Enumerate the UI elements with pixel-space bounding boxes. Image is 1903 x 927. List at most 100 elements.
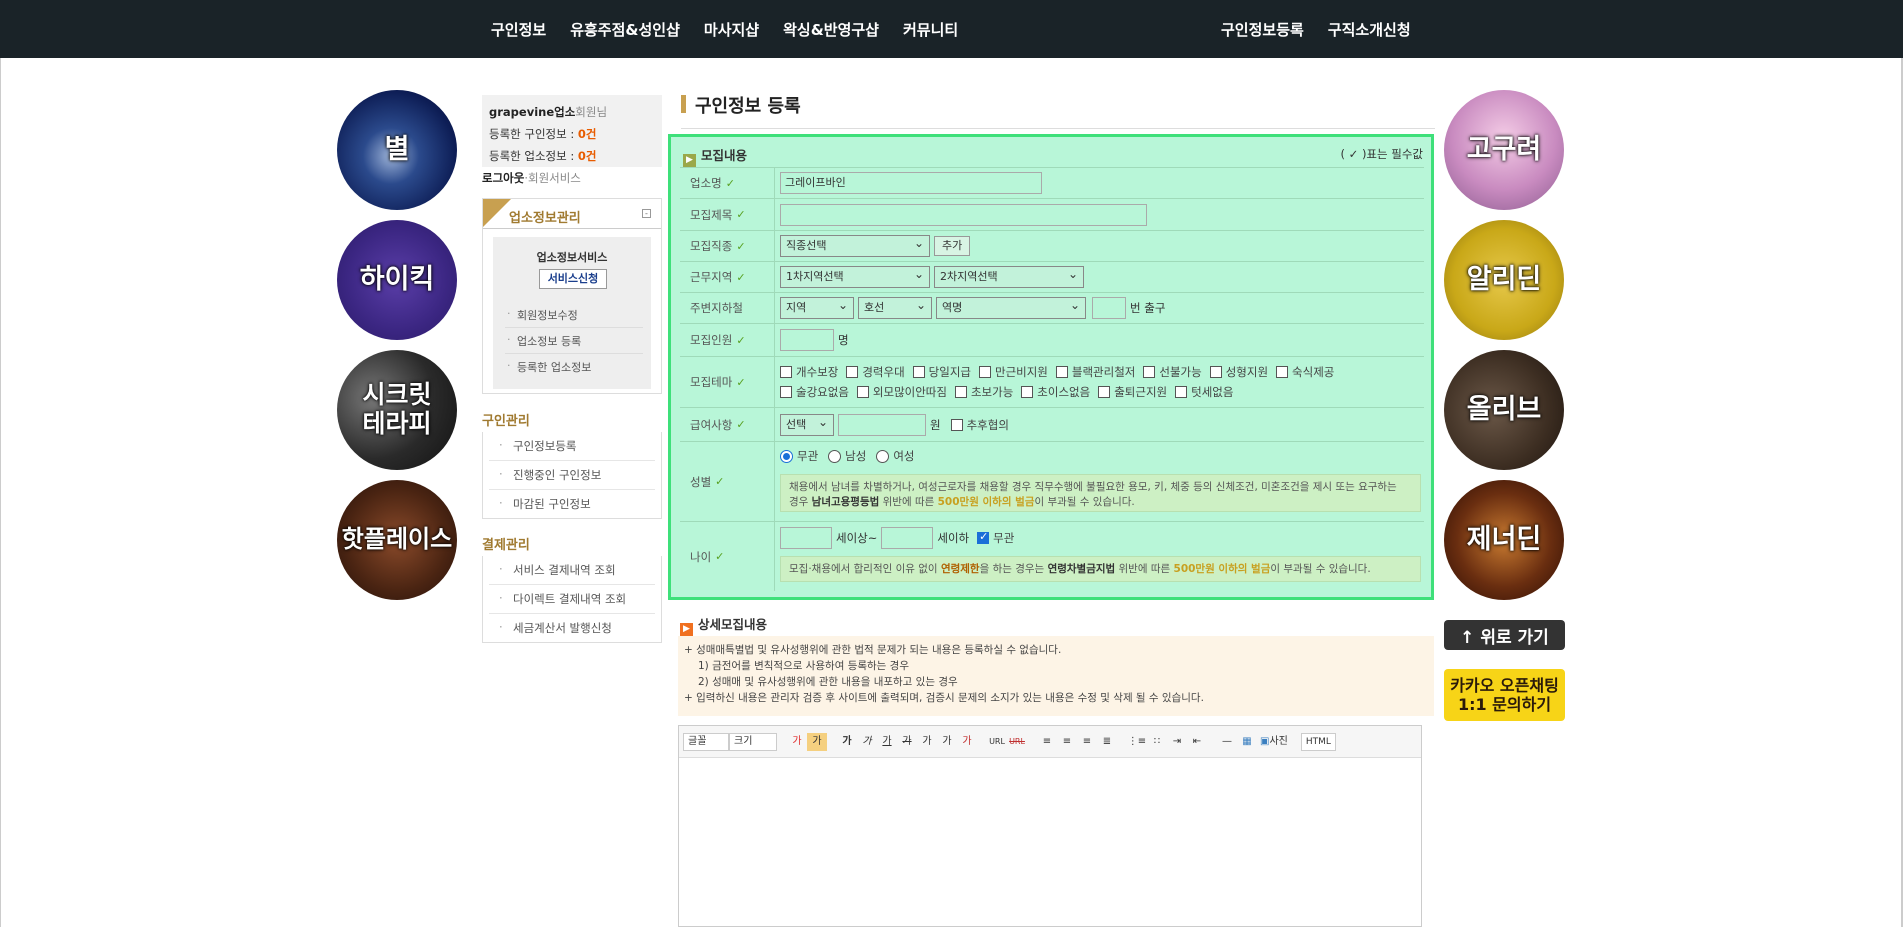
theme-checkbox[interactable]: 숙식제공 xyxy=(1276,364,1334,380)
arrow-icon: ▶ xyxy=(680,623,693,636)
font-color-icon[interactable]: 가 xyxy=(787,733,807,751)
nav-community[interactable]: 커뮤니티 xyxy=(903,19,958,40)
pay-type-select[interactable]: 선택 xyxy=(780,412,834,436)
nav-massage[interactable]: 마사지샵 xyxy=(704,19,759,40)
font-select[interactable]: 글꼴 xyxy=(683,732,729,751)
unordered-list-icon[interactable]: ∷ xyxy=(1147,733,1167,751)
strikethrough-icon[interactable]: 가 xyxy=(897,733,917,751)
org-panel-title[interactable]: 업소정보관리 xyxy=(509,207,581,226)
org-count[interactable]: 0건 xyxy=(578,149,597,163)
banner-hotplace[interactable]: 핫플레이스 xyxy=(337,480,457,600)
row-region: 근무지역✓ 1차지역선택 2차지역선택 xyxy=(680,261,1424,292)
nav-job-info[interactable]: 구인정보 xyxy=(491,19,546,40)
region2-select[interactable]: 2차지역선택 xyxy=(934,264,1084,288)
negotiable-checkbox[interactable]: 추후협의 xyxy=(950,417,1009,433)
theme-checkbox[interactable]: 성형지원 xyxy=(1209,364,1268,380)
theme-checkbox[interactable]: 개수보장 xyxy=(780,364,838,380)
gender-radio-female[interactable]: 여성 xyxy=(876,448,915,464)
align-right-icon[interactable]: ≡ xyxy=(1077,733,1097,751)
logout-link[interactable]: 로그아웃 xyxy=(482,171,524,185)
link-icon[interactable]: URL xyxy=(987,733,1007,751)
pay-amount-input[interactable] xyxy=(838,413,926,436)
photo-icon[interactable]: ▣사진 xyxy=(1257,733,1291,751)
warning-line: 1) 금전어를 변칙적으로 사용하여 등록하는 경우 xyxy=(698,660,910,672)
collapse-icon[interactable]: - xyxy=(642,209,651,218)
theme-checkbox[interactable]: 경력우대 xyxy=(846,364,905,380)
theme-checkbox[interactable]: 텃세없음 xyxy=(1175,384,1233,400)
theme-checkbox[interactable]: 초보가능 xyxy=(954,384,1013,400)
theme-checkbox[interactable]: 만근비지원 xyxy=(978,364,1048,380)
member-service-link[interactable]: ·회원서비스 xyxy=(524,171,581,185)
scroll-top-button[interactable]: ↑ 위로 가기 xyxy=(1444,620,1565,650)
subway-area-select[interactable]: 지역 xyxy=(780,295,854,319)
ordered-list-icon[interactable]: ⋮≡ xyxy=(1127,733,1147,751)
age-min-input[interactable] xyxy=(780,527,832,549)
job-count[interactable]: 0건 xyxy=(578,127,597,141)
clear-format-icon[interactable]: 가 xyxy=(957,733,977,751)
underline-icon[interactable]: 가 xyxy=(877,733,897,751)
bold-icon[interactable]: 가 xyxy=(837,733,857,751)
table-icon[interactable]: ▦ xyxy=(1237,733,1257,751)
gender-radio-any[interactable]: 무관 xyxy=(780,448,818,464)
subway-line-select[interactable]: 호선 xyxy=(858,295,932,319)
theme-checkbox[interactable]: 블랙관리철저 xyxy=(1055,364,1135,380)
region1-select[interactable]: 1차지역선택 xyxy=(780,264,930,288)
banner-byul[interactable]: 별 xyxy=(337,90,457,210)
side-link-job-active[interactable]: 진행중인 구인정보 xyxy=(489,461,655,490)
subway-station-select[interactable]: 역명 xyxy=(936,295,1086,319)
size-select[interactable]: 크기 xyxy=(729,732,777,751)
kakao-chat-button[interactable]: 카카오 오픈채팅 1:1 문의하기 xyxy=(1444,669,1565,721)
count-input[interactable] xyxy=(780,329,834,351)
align-left-icon[interactable]: ≡ xyxy=(1037,733,1057,751)
subscript-icon[interactable]: 가 xyxy=(937,733,957,751)
org-name-input[interactable]: 그레이프바인 xyxy=(780,172,1042,194)
nav-waxing[interactable]: 왁싱&반영구샵 xyxy=(783,19,879,40)
gender-radio-male[interactable]: 남성 xyxy=(828,448,866,464)
side-link-service-payments[interactable]: 서비스 결제내역 조회 xyxy=(489,556,655,585)
side-link-job-register[interactable]: 구인정보등록 xyxy=(489,432,655,461)
label-org-name: 업소명 xyxy=(690,176,722,190)
job-type-select[interactable]: 직종선택 xyxy=(780,233,930,257)
banner-goguryeo[interactable]: 고구려 xyxy=(1444,90,1564,210)
nav-register-job[interactable]: 구인정보등록 xyxy=(1221,19,1304,40)
theme-checkbox[interactable]: 외모많이안따짐 xyxy=(856,384,947,400)
age-max-input[interactable] xyxy=(881,527,934,549)
service-apply-button[interactable]: 서비스신청 xyxy=(539,269,607,289)
banner-secret-therapy[interactable]: 시크릿 테라피 xyxy=(337,350,457,470)
side-link-org-register[interactable]: 업소정보 등록 xyxy=(505,329,643,354)
outdent-icon[interactable]: ⇤ xyxy=(1187,733,1207,751)
align-justify-icon[interactable]: ≣ xyxy=(1097,733,1117,751)
age-any-checkbox[interactable]: 무관 xyxy=(977,530,1014,546)
theme-checkbox[interactable]: 선불가능 xyxy=(1143,364,1202,380)
horizontal-rule-icon[interactable]: — xyxy=(1217,733,1237,751)
row-label: 모집인원 ✓ xyxy=(680,324,775,356)
add-job-type-button[interactable]: 추가 xyxy=(934,236,971,256)
theme-checkbox[interactable]: 초이스없음 xyxy=(1021,384,1090,400)
banner-olive[interactable]: 올리브 xyxy=(1444,350,1564,470)
banner-alladin[interactable]: 알리딘 xyxy=(1444,220,1564,340)
exit-number-input[interactable] xyxy=(1092,297,1126,319)
side-link-tax-invoice[interactable]: 세금계산서 발행신청 xyxy=(489,614,655,642)
theme-checkbox[interactable]: 출퇴근지원 xyxy=(1098,384,1167,400)
italic-icon[interactable]: 가 xyxy=(857,733,877,751)
row-label: 모집직종 ✓ xyxy=(680,231,775,261)
theme-checkbox[interactable]: 당일지급 xyxy=(912,364,971,380)
unlink-icon[interactable]: URL xyxy=(1007,733,1027,751)
nav-job-seek-apply[interactable]: 구직소개신청 xyxy=(1328,19,1411,40)
theme-checkbox[interactable]: 술강요없음 xyxy=(780,384,849,400)
row-label: 모집테마 ✓ xyxy=(680,357,775,407)
html-mode-button[interactable]: HTML xyxy=(1300,732,1336,751)
banner-generdin[interactable]: 제너딘 xyxy=(1444,480,1564,600)
indent-icon[interactable]: ⇥ xyxy=(1167,733,1187,751)
side-link-org-list[interactable]: 등록한 업소정보 xyxy=(505,355,643,379)
side-link-direct-payments[interactable]: 다이렉트 결제내역 조회 xyxy=(489,585,655,614)
banner-hikick[interactable]: 하이킥 xyxy=(337,220,457,340)
warning-line: + 성매매특별법 및 유사성행위에 관한 법적 문제가 되는 내용은 등록하실 … xyxy=(684,644,1062,656)
title-input[interactable] xyxy=(780,203,1147,226)
bg-color-icon[interactable]: 가 xyxy=(807,732,827,751)
side-link-member-edit[interactable]: 회원정보수정 xyxy=(505,303,643,328)
side-link-job-closed[interactable]: 마감된 구인정보 xyxy=(489,490,655,518)
align-center-icon[interactable]: ≡ xyxy=(1057,733,1077,751)
superscript-icon[interactable]: 가 xyxy=(917,733,937,751)
nav-entertainment[interactable]: 유흥주점&성인샵 xyxy=(570,19,680,40)
